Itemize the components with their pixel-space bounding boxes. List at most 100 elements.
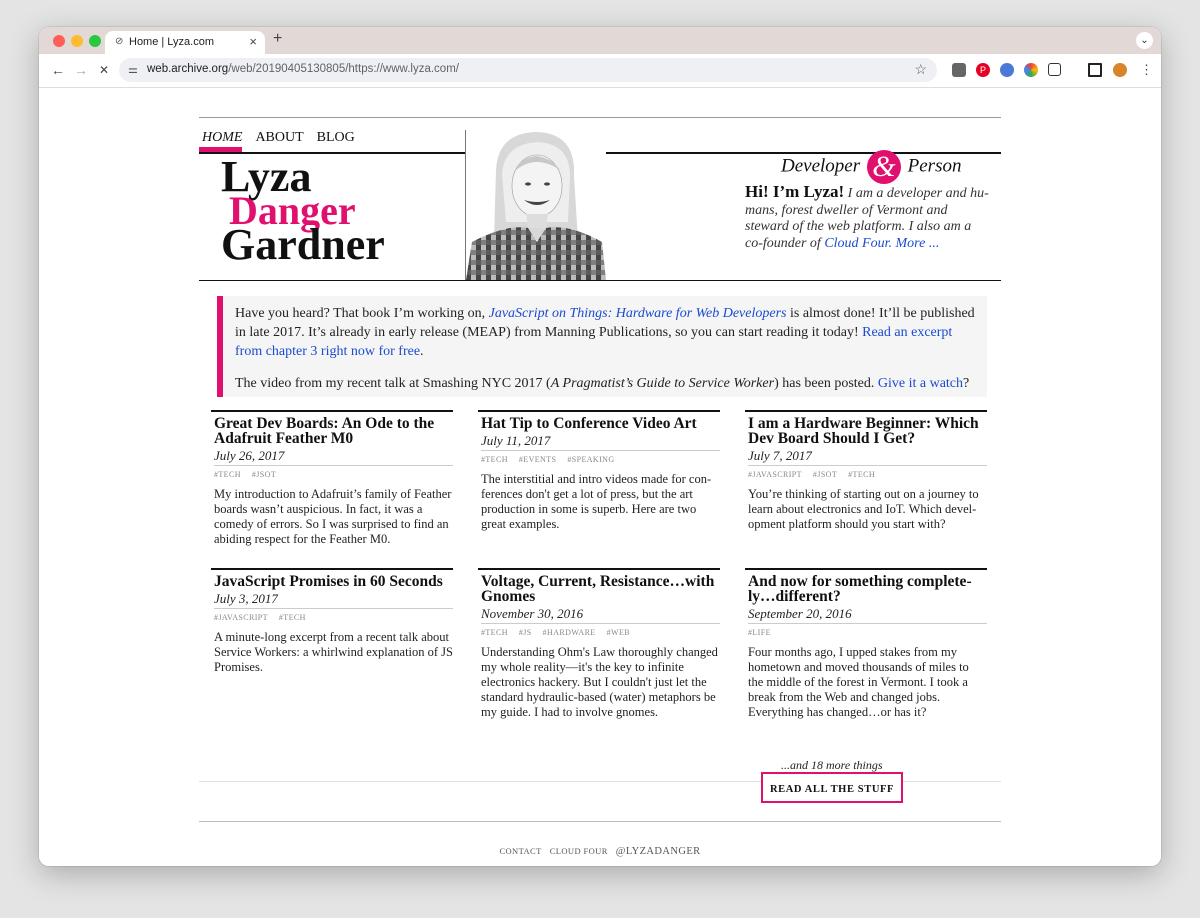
address-bar[interactable]: ⚌ web.archive.org/web/20190405130805/htt…: [119, 58, 937, 82]
post-date: September 20, 2016: [748, 606, 987, 624]
read-all-button[interactable]: READ ALL THE STUFF: [761, 772, 903, 803]
footer-twitter-link[interactable]: @LYZADANGER: [616, 846, 701, 857]
footer-contact-link[interactable]: CONTACT: [499, 846, 541, 856]
post-card: Voltage, Current, Resistance…with Gnomes…: [478, 568, 720, 720]
site-container: HOME ABOUT BLOG Lyza Danger Gardner Deve…: [199, 88, 1001, 866]
extension-icon[interactable]: [952, 63, 966, 77]
close-window-button[interactable]: [53, 35, 65, 47]
profile-photo: [465, 130, 606, 280]
web-page: HOME ABOUT BLOG Lyza Danger Gardner Deve…: [39, 88, 1161, 866]
post-excerpt: You’re thinking of starting out on a jou…: [748, 487, 979, 531]
header-bottom-rule: [199, 280, 1001, 281]
post-title[interactable]: Great Dev Boards: An Ode to the Adafruit…: [214, 416, 453, 447]
ampersand-badge: &: [866, 150, 901, 184]
intro-greeting: Hi! I’m Lyza!: [745, 182, 845, 201]
callout-book-paragraph: Have you heard? That book I’m working on…: [235, 304, 977, 361]
post-date: November 30, 2016: [481, 606, 720, 624]
logo-line-3: Gardner: [221, 220, 385, 269]
nav-about[interactable]: ABOUT: [255, 130, 303, 145]
footer-rule: [199, 821, 1001, 822]
tab-search-button[interactable]: ⌄: [1136, 32, 1153, 49]
post-card: I am a Hardware Beginner: Which Dev Boar…: [745, 410, 987, 532]
post-title[interactable]: Hat Tip to Conference Video Art: [481, 416, 720, 432]
post-card: And now for something complete­ly…differ…: [745, 568, 987, 720]
cloud-four-link[interactable]: Cloud Four.: [824, 236, 892, 251]
post-tag[interactable]: #TECH: [279, 613, 306, 622]
side-panel-icon[interactable]: [1088, 63, 1102, 77]
pinterest-icon[interactable]: P: [976, 63, 990, 77]
post-date: July 7, 2017: [748, 448, 987, 466]
portrait-illustration: [466, 132, 606, 280]
color-picker-icon[interactable]: [1024, 63, 1038, 77]
post-tag[interactable]: #TECH: [214, 470, 241, 479]
post-tag[interactable]: #SPEAKING: [567, 455, 614, 464]
loading-icon: ⊘: [115, 36, 124, 47]
post-tag[interactable]: #JAVASCRIPT: [214, 613, 268, 622]
post-date: July 26, 2017: [214, 448, 453, 466]
nav-home[interactable]: HOME: [202, 130, 242, 145]
post-tag[interactable]: #JS: [519, 628, 532, 637]
forward-button[interactable]: →: [74, 62, 88, 78]
post-title[interactable]: And now for something complete­ly…differ…: [748, 574, 987, 605]
post-title[interactable]: JavaScript Promises in 60 Seconds: [214, 574, 453, 590]
site-footer: CONTACT CLOUD FOUR @LYZADANGER: [199, 846, 1001, 857]
maximize-window-button[interactable]: [89, 35, 101, 47]
callout-text: .: [420, 344, 424, 359]
post-title[interactable]: I am a Hardware Beginner: Which Dev Boar…: [748, 416, 987, 447]
top-rule: [199, 117, 1001, 118]
callout-video-paragraph: The video from my recent talk at Smashin…: [235, 374, 977, 393]
stop-loading-button[interactable]: ✕: [99, 63, 109, 77]
post-tag[interactable]: #HARDWARE: [543, 628, 596, 637]
browser-toolbar: ← → ✕ ⚌ web.archive.org/web/201904051308…: [39, 54, 1161, 88]
post-excerpt: Understanding Ohm's Law thoroughly chang…: [481, 645, 718, 719]
main-nav: HOME ABOUT BLOG: [202, 130, 368, 146]
post-tag[interactable]: #TECH: [481, 455, 508, 464]
post-tags: #TECH #JSOT: [214, 470, 453, 479]
url-text[interactable]: web.archive.org/web/20190405130805/https…: [147, 63, 459, 75]
extension-icon[interactable]: [1000, 63, 1014, 77]
post-date: July 3, 2017: [214, 591, 453, 609]
callout-text: ?: [963, 376, 970, 391]
tagline-left: Developer: [781, 155, 861, 177]
new-tab-button[interactable]: +: [273, 30, 282, 48]
tab-close-icon[interactable]: ×: [249, 34, 257, 49]
post-title[interactable]: Voltage, Current, Resistance…with Gnomes: [481, 574, 720, 605]
post-tags: #TECH #EVENTS #SPEAKING: [481, 455, 720, 464]
post-card: Great Dev Boards: An Ode to the Adafruit…: [211, 410, 453, 547]
post-tags: #JAVASCRIPT #TECH: [214, 613, 453, 622]
post-date: July 11, 2017: [481, 433, 720, 451]
bookmark-star-icon[interactable]: ☆: [914, 61, 927, 78]
book-link[interactable]: JavaScript on Things: Hardware for Web D…: [489, 306, 787, 321]
post-excerpt: The interstitial and intro videos made f…: [481, 472, 712, 531]
post-tag[interactable]: #TECH: [848, 470, 875, 479]
more-count: ...and 18 more things: [781, 758, 883, 772]
nav-blog[interactable]: BLOG: [317, 130, 355, 145]
browser-window: ⊘ Home | Lyza.com × + ⌄ ← → ✕ ⚌ web.arch…: [39, 27, 1161, 866]
window-controls: [53, 35, 107, 53]
back-button[interactable]: ←: [51, 62, 65, 78]
talk-title: A Pragmatist’s Guide to Service Worker: [550, 376, 775, 391]
site-logo[interactable]: Lyza Danger Gardner: [221, 155, 385, 269]
profile-avatar[interactable]: [1113, 63, 1127, 77]
post-tag[interactable]: #EVENTS: [519, 455, 556, 464]
tagline: Developer & Person: [781, 150, 961, 184]
post-tag[interactable]: #JAVASCRIPT: [748, 470, 802, 479]
footer-cloud-four-link[interactable]: CLOUD FOUR: [550, 846, 608, 856]
post-tag[interactable]: #TECH: [481, 628, 508, 637]
post-excerpt: A minute-long excerpt from a recent talk…: [214, 630, 453, 674]
post-tags: #JAVASCRIPT #JSOT #TECH: [748, 470, 987, 479]
more-link[interactable]: More ...: [896, 236, 940, 251]
menu-kebab-icon[interactable]: ⋮: [1140, 62, 1153, 78]
tab-title: Home | Lyza.com: [129, 36, 214, 48]
callout-text: Have you heard? That book I’m working on…: [235, 306, 489, 321]
post-card: JavaScript Promises in 60 Seconds July 3…: [211, 568, 453, 675]
minimize-window-button[interactable]: [71, 35, 83, 47]
browser-tab[interactable]: ⊘ Home | Lyza.com ×: [105, 31, 265, 54]
site-settings-icon[interactable]: ⚌: [128, 63, 138, 76]
post-tag[interactable]: #JSOT: [813, 470, 837, 479]
post-tag[interactable]: #LIFE: [748, 628, 771, 637]
extensions-puzzle-icon[interactable]: [1048, 63, 1061, 76]
post-tag[interactable]: #JSOT: [252, 470, 276, 479]
watch-link[interactable]: Give it a watch: [878, 376, 963, 391]
post-tag[interactable]: #WEB: [607, 628, 630, 637]
